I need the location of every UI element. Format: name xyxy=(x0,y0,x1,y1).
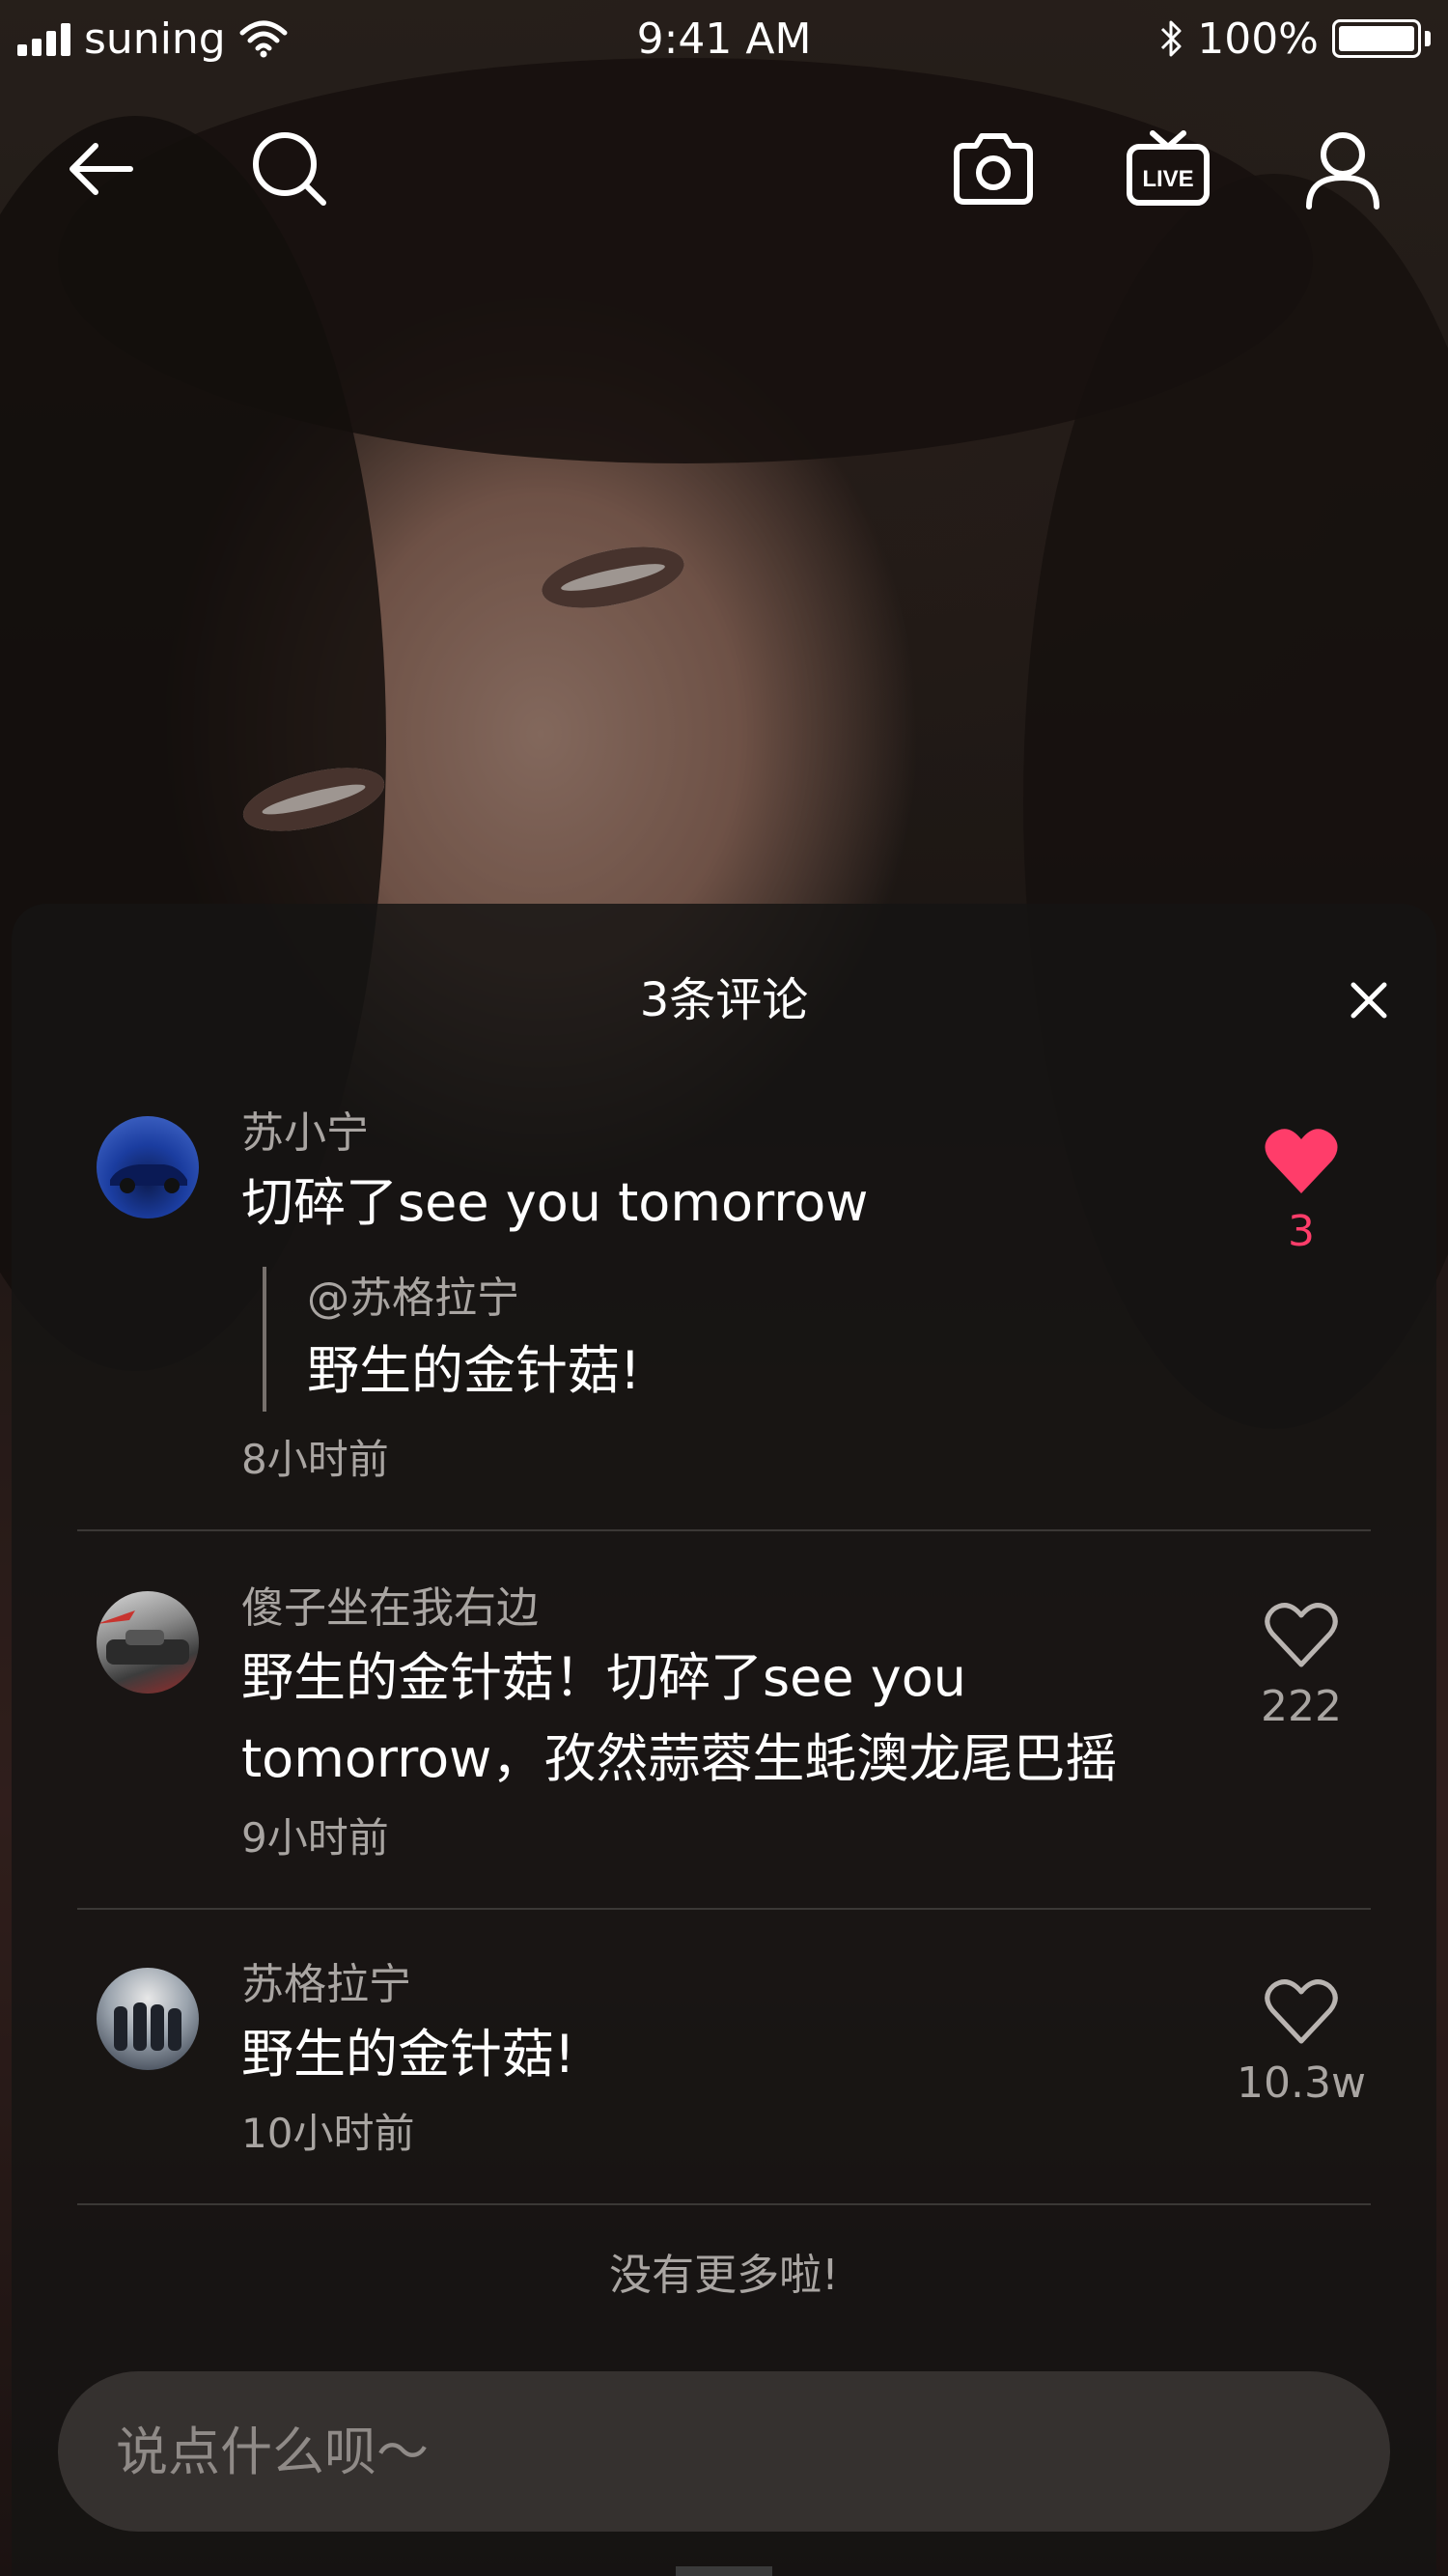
live-tv-icon[interactable]: LIVE xyxy=(1115,116,1221,222)
avatar[interactable] xyxy=(97,1968,199,2070)
close-icon[interactable] xyxy=(1340,971,1398,1029)
battery-percent: 100% xyxy=(1197,14,1319,64)
wifi-icon xyxy=(239,20,288,58)
avatar[interactable] xyxy=(97,1116,199,1218)
comment-username[interactable]: 苏格拉宁 xyxy=(241,1956,1207,2014)
divider xyxy=(77,2203,1371,2205)
reply-quote: @苏格拉宁 野生的金针菇! xyxy=(263,1267,1207,1412)
comment-time: 9小时前 xyxy=(241,1814,389,1862)
profile-icon[interactable] xyxy=(1290,116,1396,222)
comment-text: 野生的金针菇! xyxy=(241,2024,575,2085)
like-button[interactable]: 222 xyxy=(1214,1599,1388,1736)
signal-icon xyxy=(17,21,70,56)
camera-icon[interactable] xyxy=(940,116,1046,222)
comment-time: 8小时前 xyxy=(241,1436,389,1483)
carrier-name: suning xyxy=(84,14,226,64)
status-bar: suning 9:41 AM 100% xyxy=(0,0,1448,77)
like-count: 10.3w xyxy=(1237,2058,1366,2108)
comment-text: 野生的金针菇！切碎了see you tomorrow，孜然蒜蓉生蚝澳龙尾巴摇 xyxy=(241,1647,1118,1789)
like-count: 222 xyxy=(1261,1682,1342,1731)
heart-filled-icon xyxy=(1265,1129,1338,1193)
comment-username[interactable]: 苏小宁 xyxy=(241,1105,1207,1162)
reply-username[interactable]: @苏格拉宁 xyxy=(307,1267,1207,1330)
comment-input-box[interactable] xyxy=(58,2371,1390,2532)
like-count: 3 xyxy=(1288,1207,1315,1256)
battery-icon xyxy=(1332,19,1431,58)
comment-sheet: 3条评论 苏小宁 切碎了see you tomorrow @苏格拉宁 野生的金针… xyxy=(12,904,1436,2576)
heart-outline-icon xyxy=(1265,1603,1338,1667)
comment-input[interactable] xyxy=(58,2371,1390,2532)
status-time: 9:41 AM xyxy=(636,14,812,64)
home-indicator xyxy=(676,2566,772,2576)
reply-text: 野生的金针菇! xyxy=(307,1340,641,1401)
like-button[interactable]: 3 xyxy=(1214,1126,1388,1261)
live-label: LIVE xyxy=(1142,166,1193,192)
no-more-text: 没有更多啦! xyxy=(609,2251,839,2300)
comment-time: 10小时前 xyxy=(241,2110,415,2157)
avatar[interactable] xyxy=(97,1591,199,1694)
divider xyxy=(77,1908,1371,1910)
heart-outline-icon xyxy=(1265,1979,1338,2044)
comment-username[interactable]: 傻子坐在我右边 xyxy=(241,1580,1207,1638)
like-button[interactable]: 10.3w xyxy=(1214,1975,1388,2113)
bluetooth-icon xyxy=(1161,20,1182,57)
search-icon[interactable] xyxy=(237,116,343,222)
top-nav: LIVE xyxy=(0,116,1448,222)
comment-text: 切碎了see you tomorrow xyxy=(241,1172,869,1233)
divider xyxy=(77,1529,1371,1531)
sheet-title: 3条评论 xyxy=(639,973,809,1027)
back-arrow-icon[interactable] xyxy=(48,116,154,222)
